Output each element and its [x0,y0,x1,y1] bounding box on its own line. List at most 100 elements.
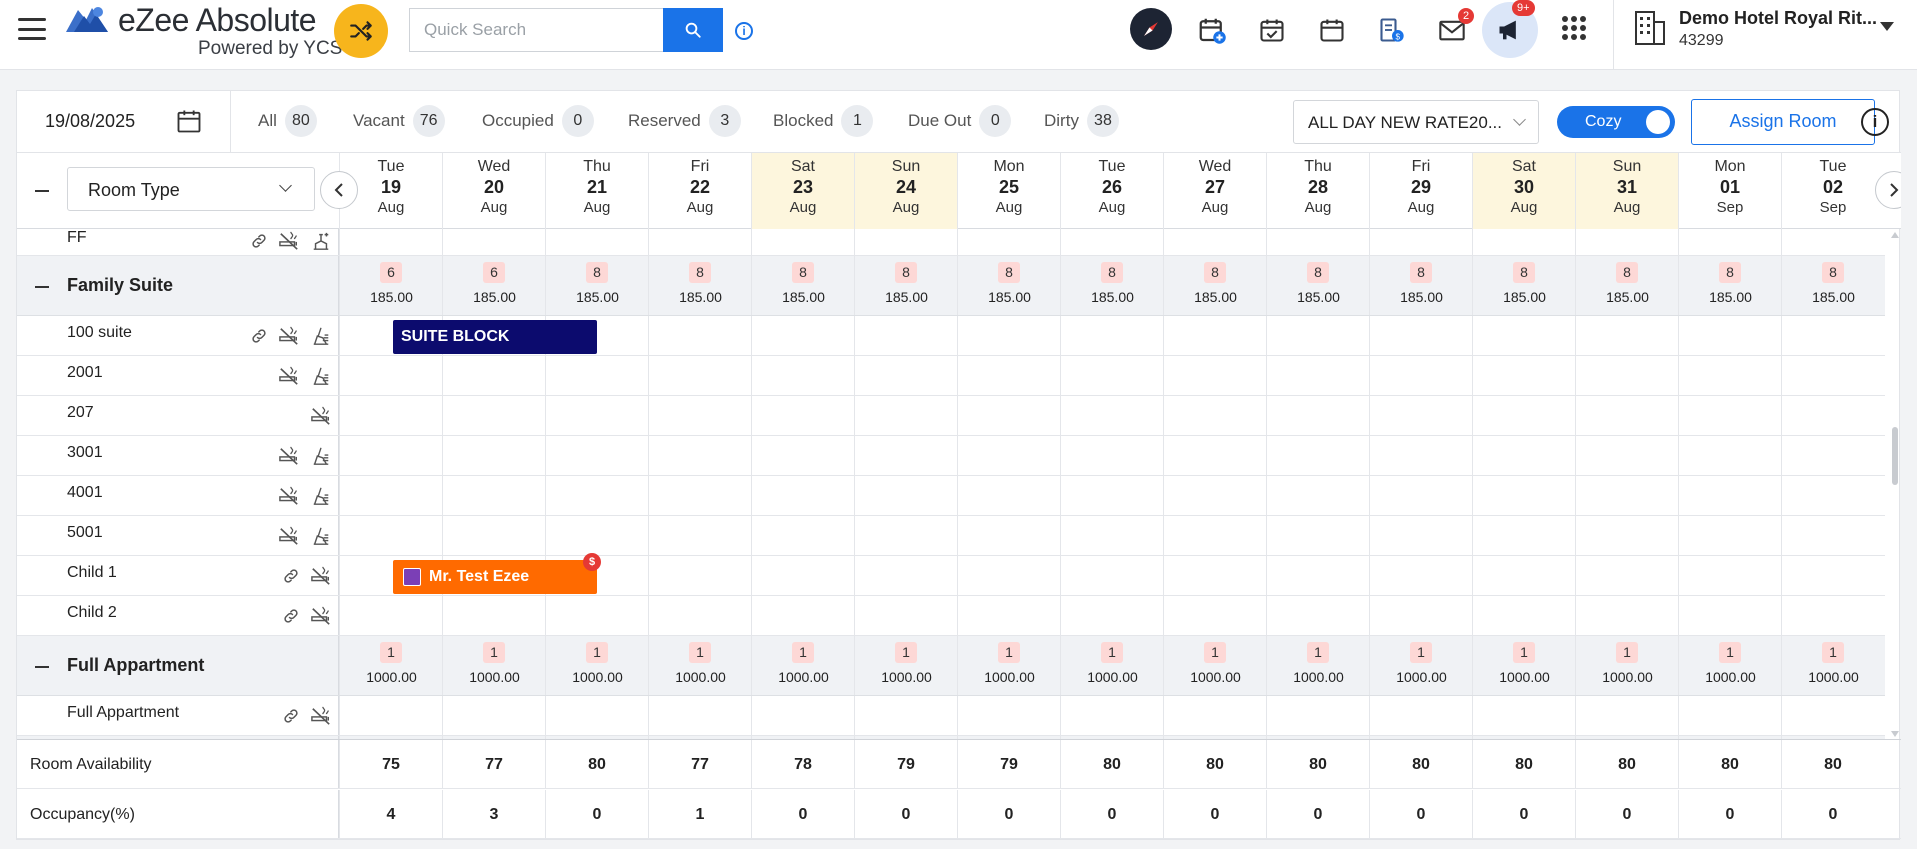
date-column-header[interactable]: Thu 28 Aug [1266,153,1369,229]
room-date-cell[interactable] [648,556,751,595]
room-date-cell[interactable] [1369,596,1472,635]
room-date-cell[interactable] [957,596,1060,635]
room-date-cell[interactable] [442,436,545,475]
room-date-cell[interactable] [1678,229,1781,255]
filter-blocked[interactable]: Blocked 1 [773,105,874,137]
room-date-cell[interactable] [751,556,854,595]
room-date-cell[interactable] [545,229,648,255]
room-date-cell[interactable] [1163,556,1266,595]
room-date-cell[interactable] [1472,696,1575,735]
scrollbar-thumb[interactable] [1892,427,1898,485]
room-date-cell[interactable] [442,229,545,255]
room-date-cell[interactable] [1266,476,1369,515]
rate-cell[interactable]: 8 185.00 [854,256,957,315]
room-date-cell[interactable] [1060,356,1163,395]
room-date-cell[interactable] [648,476,751,515]
menu-icon[interactable] [18,18,46,40]
room-date-cell[interactable] [751,696,854,735]
rate-cell[interactable]: 1 1000.00 [339,636,442,695]
room-date-cell[interactable] [1369,229,1472,255]
collapse-group-icon[interactable] [35,286,49,288]
rate-cell[interactable]: 8 185.00 [1163,256,1266,315]
date-column-header[interactable]: Fri 22 Aug [648,153,751,229]
rate-cell[interactable]: 8 185.00 [1472,256,1575,315]
room-date-cell[interactable] [1472,556,1575,595]
room-date-cell[interactable] [1266,596,1369,635]
room-date-cell[interactable] [1060,396,1163,435]
filter-vacant[interactable]: Vacant 76 [353,105,445,137]
room-date-cell[interactable] [957,516,1060,555]
calendar-icon[interactable] [1310,10,1354,50]
room-date-cell[interactable] [648,596,751,635]
room-date-cell[interactable] [1369,396,1472,435]
room-date-cell[interactable] [648,316,751,355]
room-date-cell[interactable] [751,436,854,475]
rate-cell[interactable]: 6 185.00 [339,256,442,315]
room-date-cell[interactable] [545,396,648,435]
room-date-cell[interactable] [1781,356,1884,395]
date-column-header[interactable]: Wed 27 Aug [1163,153,1266,229]
room-date-cell[interactable] [1575,356,1678,395]
rate-cell[interactable]: 1 1000.00 [957,636,1060,695]
room-date-cell[interactable] [1781,436,1884,475]
room-date-cell[interactable] [957,696,1060,735]
rate-cell[interactable]: 6 185.00 [442,256,545,315]
room-date-cell[interactable] [751,396,854,435]
collapse-all-icon[interactable] [35,190,49,192]
room-date-cell[interactable] [957,396,1060,435]
room-date-cell[interactable] [1163,596,1266,635]
room-date-cell[interactable] [854,516,957,555]
room-date-cell[interactable] [442,476,545,515]
room-date-cell[interactable] [1266,696,1369,735]
date-column-header[interactable]: Sun 24 Aug [854,153,957,229]
room-date-cell[interactable] [957,476,1060,515]
room-block-bar[interactable]: SUITE BLOCK [393,320,597,354]
room-date-cell[interactable] [1472,516,1575,555]
room-date-cell[interactable] [1781,476,1884,515]
rate-cell[interactable]: 1 1000.00 [1575,636,1678,695]
room-date-cell[interactable] [1163,396,1266,435]
room-date-cell[interactable] [1163,229,1266,255]
room-date-cell[interactable] [751,596,854,635]
date-column-header[interactable]: Wed 20 Aug [442,153,545,229]
filter-reserved[interactable]: Reserved 3 [628,105,741,137]
room-date-cell[interactable] [648,696,751,735]
room-date-cell[interactable] [1266,436,1369,475]
apps-grid-icon[interactable] [1562,16,1586,40]
rate-cell[interactable]: 8 185.00 [1575,256,1678,315]
compass-icon[interactable] [1130,8,1172,50]
room-date-cell[interactable] [339,356,442,395]
date-column-header[interactable]: Sat 23 Aug [751,153,854,229]
room-date-cell[interactable] [648,396,751,435]
rate-cell[interactable]: 1 1000.00 [648,636,751,695]
room-type-select[interactable]: Room Type [67,167,315,211]
date-column-header[interactable]: Mon 01 Sep [1678,153,1781,229]
room-date-cell[interactable] [545,436,648,475]
room-date-cell[interactable] [648,229,751,255]
rate-cell[interactable]: 1 1000.00 [545,636,648,695]
room-date-cell[interactable] [1266,356,1369,395]
room-date-cell[interactable] [1575,436,1678,475]
room-date-cell[interactable] [1266,556,1369,595]
group-label-cell[interactable]: Full Appartment [17,636,339,695]
date-column-header[interactable]: Sat 30 Aug [1472,153,1575,229]
room-date-cell[interactable] [1678,356,1781,395]
search-info-icon[interactable]: i [735,22,753,40]
filter-dirty[interactable]: Dirty 38 [1044,105,1119,137]
room-date-cell[interactable] [957,356,1060,395]
room-date-cell[interactable] [1266,516,1369,555]
rate-cell[interactable]: 1 1000.00 [854,636,957,695]
room-date-cell[interactable] [1060,436,1163,475]
room-date-cell[interactable] [854,476,957,515]
room-label-cell[interactable]: 207 [17,396,339,435]
room-date-cell[interactable] [854,436,957,475]
room-date-cell[interactable] [1575,696,1678,735]
search-button[interactable] [663,8,723,52]
room-date-cell[interactable] [1369,556,1472,595]
room-date-cell[interactable] [1781,596,1884,635]
room-date-cell[interactable] [1472,396,1575,435]
room-date-cell[interactable] [1369,476,1472,515]
date-picker-icon[interactable] [175,107,203,135]
room-date-cell[interactable] [1060,476,1163,515]
room-label-cell[interactable]: 4001 [17,476,339,515]
